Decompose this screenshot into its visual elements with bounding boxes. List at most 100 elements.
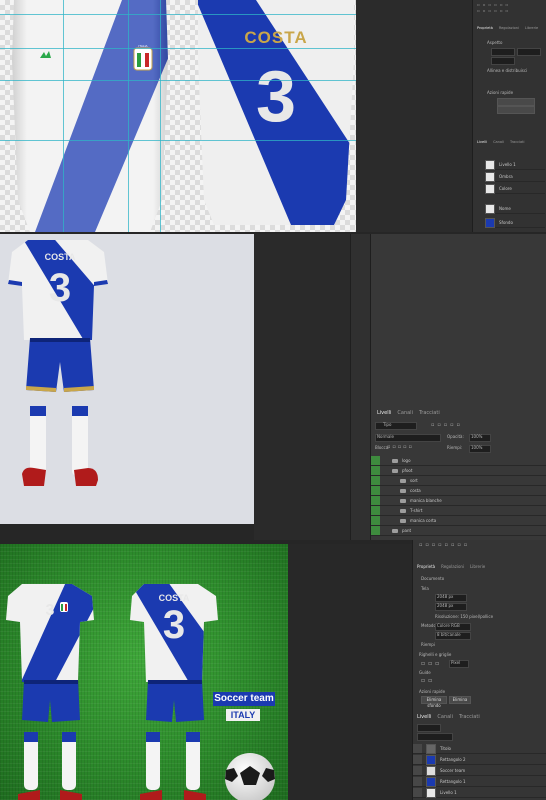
section-quick-actions: Azioni rapide (487, 90, 514, 95)
top-layers-list: Livello 1 Ombra Colore Nome Sfondo (485, 159, 545, 230)
bottom-canvas[interactable]: 3 COSTA 3 Soccer team ITALY (0, 544, 288, 800)
mid-number: 3 (48, 266, 72, 310)
layer-row[interactable]: T-shirt (371, 506, 546, 516)
bits-value: 8 bit/canale (437, 632, 461, 637)
tab-properties[interactable]: Proprietà (477, 26, 493, 30)
remove-background-button[interactable]: Elimina sfondo (421, 696, 447, 708)
mid-layers-panel: Livelli Canali Tracciati Tipo ▫▫▫▫▫ Norm… (370, 234, 546, 540)
grid-icons[interactable]: ▫▫▫ (421, 660, 442, 667)
canvas-label: Tela (421, 586, 429, 591)
tab-channels[interactable]: Canali (397, 410, 413, 416)
tab-adjustments[interactable]: Regolazioni (499, 26, 519, 30)
tab-libraries[interactable]: Librerie (470, 564, 485, 569)
layer-filter-label: Tipo (383, 422, 392, 427)
options-icons[interactable]: ▫▫▫▫▫▫▫▫ (419, 542, 470, 548)
bottom-layers-list: Titolo Rettangolo 2 Soccer team Rettango… (413, 743, 546, 800)
width-value: 2048 px (437, 594, 454, 599)
guide-line (160, 0, 161, 232)
tab-layers[interactable]: Livelli (377, 410, 391, 416)
tab-paths[interactable]: Tracciati (459, 714, 480, 720)
soccer-team-title: Soccer team (213, 692, 275, 706)
tab-properties[interactable]: Proprietà (417, 564, 435, 569)
layer-filter-select[interactable] (375, 422, 417, 430)
back-number-top: 3 (255, 57, 297, 137)
top-canvas-dark (356, 0, 472, 232)
panel-toolbar-icons: ▫▫▫▫▫▫ ▫▫▫▫▫▫ (477, 2, 512, 13)
units-value: Pixel (451, 660, 461, 665)
fill-value: 100% (471, 445, 483, 450)
layer-row[interactable]: Soccer team (413, 765, 546, 776)
bottom-layers-tabs[interactable]: Livelli Canali Tracciati (417, 714, 480, 720)
tab-paths[interactable]: Tracciati (510, 140, 525, 144)
delete-button[interactable]: Elimina (449, 696, 471, 704)
prop-field[interactable] (491, 57, 515, 65)
prop-field[interactable] (491, 48, 515, 56)
blend-mode-value: Normale (377, 434, 394, 439)
tab-channels[interactable]: Canali (493, 140, 504, 144)
mid-layers-tabs[interactable]: Livelli Canali Tracciati (377, 410, 440, 416)
bottom-back-number: 3 (162, 603, 186, 647)
tab-libraries[interactable]: Librerie (525, 26, 538, 30)
quick-action-button[interactable] (497, 98, 535, 106)
filter-icons[interactable]: ▫▫▫▫▫ (431, 422, 463, 428)
guide-label: Guide (419, 670, 431, 675)
layer-row[interactable]: Livello 1 (413, 787, 546, 798)
layer-row[interactable]: pant (371, 526, 546, 536)
opacity-value: 100% (471, 434, 483, 439)
tab-paths[interactable]: Tracciati (419, 410, 440, 416)
bottom-canvas-dark (288, 544, 412, 800)
tab-layers[interactable]: Livelli (417, 714, 431, 720)
layer-row[interactable]: Colore (485, 183, 545, 194)
layer-row[interactable]: Titolo (413, 743, 546, 754)
bottom-properties-panel: ▫▫▫▫▫▫▫▫ Proprietà Regolazioni Librerie … (412, 540, 546, 800)
front-shirt-top (12, 0, 168, 232)
guide-line (63, 0, 64, 232)
back-player-name-top: COSTA (244, 28, 308, 47)
layer-row[interactable]: Sfondo (485, 217, 545, 228)
layer-row[interactable]: Nome (485, 203, 545, 214)
mode-value: Colore RGB (437, 623, 460, 628)
guide-icons[interactable]: ▫▫ (421, 677, 435, 684)
tab-adjustments[interactable]: Regolazioni (441, 564, 464, 569)
mid-layers-list: logo pfoot sort costa manica blanche T-s… (371, 456, 546, 540)
top-properties-panel: ▫▫▫▫▫▫ ▫▫▫▫▫▫ Proprietà Regolazioni Libr… (472, 0, 546, 232)
layer-row[interactable]: Rettangolo 1 (413, 776, 546, 787)
guide-line (128, 0, 129, 232)
guides-label: Righelli e griglie (419, 652, 452, 657)
top-canvas[interactable]: ITALIA COSTA 3 (0, 0, 546, 232)
top-props-tabs[interactable]: Proprietà Regolazioni Librerie (477, 26, 538, 30)
middle-scrollbar[interactable] (350, 234, 371, 540)
layer-row[interactable]: pfoot (371, 466, 546, 476)
opacity-label: Opacità: (447, 434, 464, 439)
kit-front-bottom (6, 584, 275, 800)
layer-row[interactable]: Livello 1 (485, 159, 545, 170)
layer-row[interactable]: costa (371, 486, 546, 496)
layer-row[interactable]: Ombra (485, 171, 545, 182)
mid-player-name: COSTA (44, 252, 76, 262)
resolution-label: Risoluzione: 150 pixel/pollice (435, 614, 494, 619)
layer-row[interactable]: Rettangolo 2 (413, 754, 546, 765)
layer-row[interactable]: manica corta (371, 516, 546, 526)
layer-row[interactable]: sort (371, 476, 546, 486)
blend-mode-select[interactable] (417, 733, 453, 741)
quick-action-button[interactable] (497, 106, 535, 114)
middle-canvas[interactable]: COSTA 3 (0, 234, 254, 524)
italy-subtitle: ITALY (226, 709, 260, 721)
middle-canvas-dark (254, 234, 350, 540)
fill-label: Riempi: (447, 445, 463, 450)
tab-channels[interactable]: Canali (437, 714, 453, 720)
doc-label: Documento (421, 576, 445, 581)
bottom-front-number: 3 (45, 602, 55, 619)
layer-filter-select[interactable] (417, 724, 441, 732)
layer-row[interactable]: logo (371, 456, 546, 466)
tab-layers[interactable]: Livelli (477, 140, 487, 144)
prop-field[interactable] (517, 48, 541, 56)
height-value: 2048 px (437, 603, 454, 608)
lock-icons[interactable]: ▫▫▫▫▫ (387, 444, 414, 450)
bottom-props-tabs[interactable]: Proprietà Regolazioni Librerie (417, 564, 485, 569)
section-align: Allinea e distribuisci (487, 68, 528, 73)
top-layers-tabs[interactable]: Livelli Canali Tracciati (477, 140, 525, 144)
quick-actions-label: Azioni rapide (419, 689, 446, 694)
layer-row[interactable]: manica blanche (371, 496, 546, 506)
fill-label: Riempi (421, 642, 435, 647)
